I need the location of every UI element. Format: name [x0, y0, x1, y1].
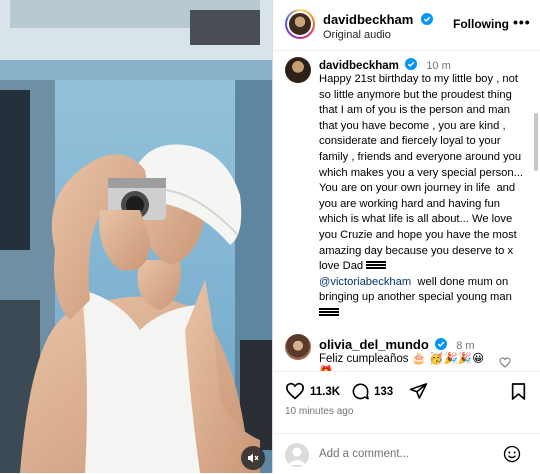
more-icon[interactable]: ••• [513, 14, 531, 30]
comments-count[interactable]: 133 [374, 386, 393, 398]
mute-toggle-button[interactable] [241, 446, 265, 470]
flag-emoji [366, 260, 387, 270]
comments-scroll-area[interactable]: davidbeckham 10 m Happy 21st birthday to… [273, 51, 540, 371]
bookmark-icon[interactable] [511, 382, 526, 401]
caption-time: 10 m [426, 60, 451, 72]
caption-body: Happy 21st birthday to my little boy , n… [319, 73, 526, 273]
caption-text: Happy 21st birthday to my little boy , n… [319, 72, 527, 322]
add-comment-bar [273, 433, 540, 474]
share-icon[interactable] [409, 382, 428, 400]
default-avatar-icon [288, 447, 306, 465]
post-timestamp: 10 minutes ago [285, 406, 354, 417]
mention-link[interactable]: @victoriabeckham [319, 276, 411, 288]
caption-header: davidbeckham 10 m [319, 58, 451, 72]
caption-username[interactable]: davidbeckham [319, 60, 399, 72]
comment-avatar[interactable] [285, 334, 311, 360]
add-comment-input[interactable] [319, 446, 494, 462]
emoji-icon[interactable] [503, 445, 521, 463]
scrollbar[interactable] [534, 113, 538, 171]
comment-header: olivia_del_mundo 8 m [319, 337, 475, 352]
comment-username[interactable]: olivia_del_mundo [319, 337, 429, 352]
following-button[interactable]: Following [453, 17, 509, 31]
action-bar: 11.3K 133 [273, 371, 540, 404]
current-user-avatar [285, 443, 309, 467]
author-username[interactable]: davidbeckham [323, 12, 413, 27]
heart-icon[interactable] [285, 382, 305, 400]
verified-icon [435, 338, 448, 350]
likes-count[interactable]: 11.3K [310, 386, 340, 398]
video-frame [0, 0, 272, 473]
caption-avatar[interactable] [285, 57, 311, 83]
comment-text: Feliz cumpleaños 🎂 🥳🎉🎉😀 [319, 353, 485, 365]
verified-icon [405, 58, 418, 70]
post-video[interactable] [0, 0, 272, 473]
author-avatar[interactable] [285, 9, 315, 39]
post-header: davidbeckham Original audio Following ••… [273, 0, 540, 51]
audio-label[interactable]: Original audio [323, 29, 391, 41]
post-side-panel: davidbeckham Original audio Following ••… [273, 0, 540, 473]
comment-like-heart-icon[interactable] [499, 357, 511, 368]
author-name-row: davidbeckham [323, 11, 433, 29]
comment-icon[interactable] [351, 382, 370, 401]
verified-icon [420, 13, 433, 25]
muted-speaker-icon [248, 453, 259, 463]
flag-emoji [319, 306, 339, 316]
